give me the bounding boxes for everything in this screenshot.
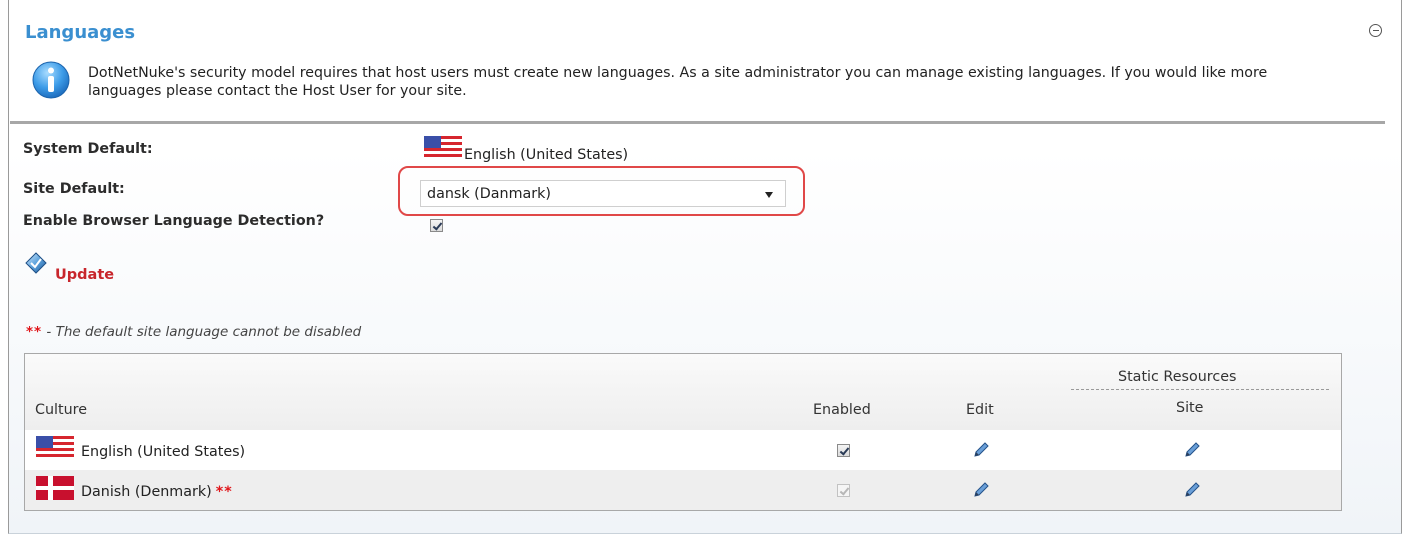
header-static-resources: Static Resources [1118, 369, 1237, 385]
site-default-label: Site Default: [23, 181, 125, 197]
header-divider [1071, 389, 1329, 390]
culture-name: Danish (Denmark) ** [81, 484, 233, 500]
info-message: DotNetNuke's security model requires tha… [88, 65, 1268, 99]
site-default-select[interactable]: dansk (Danmark) [420, 180, 786, 207]
header-edit: Edit [966, 402, 994, 418]
info-icon [32, 61, 70, 99]
system-default-label: System Default: [23, 141, 153, 157]
header-culture: Culture [35, 402, 88, 418]
update-icon[interactable] [24, 251, 48, 275]
note-text: - The default site language cannot be di… [42, 324, 362, 340]
collapse-icon[interactable] [1369, 24, 1382, 37]
table-row: English (United States) [25, 430, 1341, 470]
culture-name-text: Danish (Denmark) [81, 484, 212, 500]
edit-pencil-icon[interactable] [972, 441, 990, 459]
browser-detection-label: Enable Browser Language Detection? [23, 213, 325, 229]
enabled-checkbox-disabled [837, 484, 850, 497]
enabled-checkbox[interactable] [837, 444, 850, 457]
edit-site-resources-icon[interactable] [1183, 441, 1201, 459]
edit-pencil-icon[interactable] [972, 481, 990, 499]
table-row: Danish (Denmark) ** [25, 470, 1341, 510]
edit-site-resources-icon[interactable] [1183, 481, 1201, 499]
note-stars: ** [26, 324, 43, 340]
header-enabled: Enabled [813, 402, 871, 418]
default-language-note: ** - The default site language cannot be… [26, 324, 361, 340]
us-flag-icon [424, 136, 462, 160]
us-flag-icon [36, 436, 74, 460]
dk-flag-icon [36, 476, 74, 500]
dropdown-arrow-icon [765, 192, 773, 198]
culture-name: English (United States) [81, 444, 246, 460]
required-stars: ** [215, 484, 233, 500]
divider [10, 121, 1385, 124]
header-site: Site [1176, 400, 1204, 416]
system-default-text: English (United States) [464, 147, 629, 163]
update-button[interactable]: Update [55, 267, 114, 283]
site-default-selected: dansk (Danmark) [427, 186, 552, 202]
browser-detection-checkbox[interactable] [430, 219, 443, 232]
panel-title: Languages [25, 22, 136, 43]
